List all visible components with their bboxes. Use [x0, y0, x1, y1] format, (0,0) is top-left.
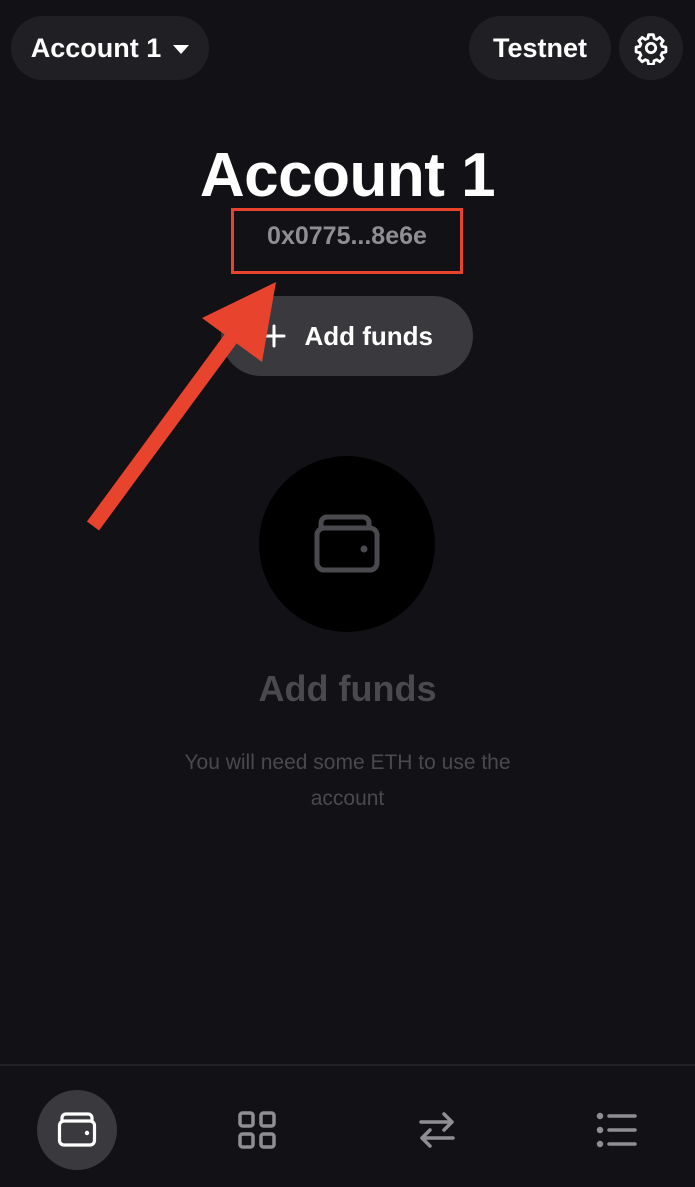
account-selector-button[interactable]: Account 1	[11, 16, 209, 80]
nav-item-wallet[interactable]	[37, 1090, 117, 1170]
nav-item-apps[interactable]	[217, 1090, 297, 1170]
network-label: Testnet	[492, 32, 587, 63]
account-address-text: 0x0775...8e6e	[267, 221, 427, 250]
bottom-navigation-bar	[0, 1064, 695, 1187]
empty-state-description: You will need some ETH to use the accoun…	[184, 751, 511, 810]
settings-button[interactable]	[619, 16, 683, 80]
empty-state-wallet-circle	[259, 456, 435, 632]
nav-item-swap[interactable]	[397, 1090, 477, 1170]
network-button[interactable]: Testnet	[469, 16, 611, 80]
wallet-home-screen: Account 1 Testnet Account 1 0x0775...8e6…	[0, 0, 695, 1187]
nav-item-activity[interactable]	[577, 1090, 657, 1170]
account-selector-label: Account 1	[30, 32, 162, 63]
caret-down-icon	[173, 44, 190, 54]
account-address-copy[interactable]: 0x0775...8e6e	[231, 208, 463, 274]
list-icon	[596, 1112, 637, 1148]
swap-arrows-icon	[419, 1112, 455, 1148]
add-funds-label: Add funds	[304, 320, 433, 351]
apps-grid-icon	[238, 1111, 276, 1149]
gear-icon	[634, 33, 668, 65]
wallet-icon	[314, 514, 380, 573]
wallet-icon	[57, 1112, 97, 1147]
add-funds-button[interactable]: Add funds	[221, 296, 473, 376]
plus-icon	[262, 324, 286, 348]
empty-state-title: Add funds	[258, 668, 437, 709]
account-name-title: Account 1	[199, 141, 496, 210]
